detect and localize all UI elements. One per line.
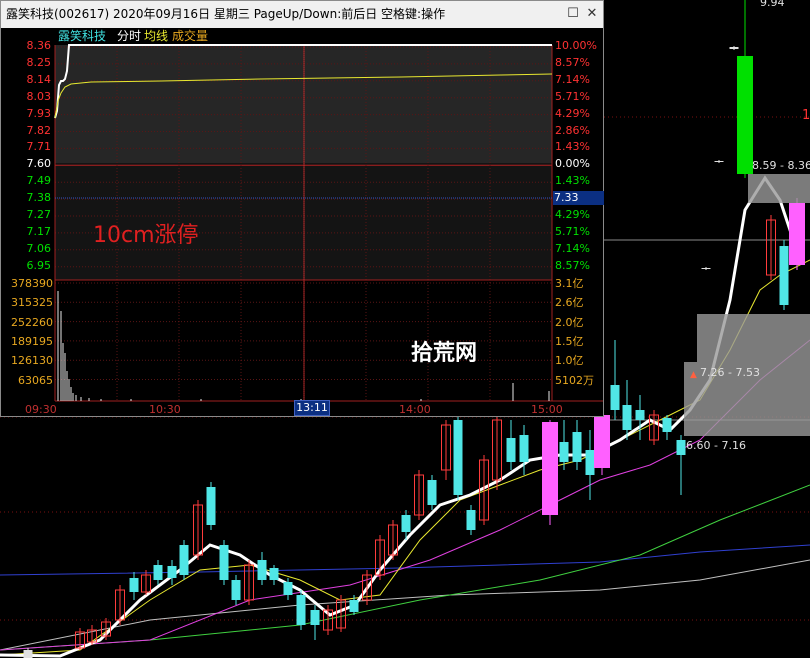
candle-body bbox=[129, 578, 139, 592]
candle-body bbox=[789, 203, 805, 265]
candle-body bbox=[257, 560, 267, 580]
candle-body bbox=[466, 510, 476, 530]
candle-body bbox=[729, 47, 739, 49]
price-label-left: 7.17 bbox=[26, 224, 52, 238]
price-label-left: 8.25 bbox=[26, 55, 52, 69]
candle-body bbox=[506, 438, 516, 462]
volume-label-right: 2.6亿 bbox=[555, 296, 584, 310]
price-label-right: 5.71% bbox=[555, 89, 590, 103]
range-label-2: 7.26 - 7.53 bbox=[700, 366, 760, 379]
price-label-left: 8.14 bbox=[26, 72, 52, 86]
candle-body bbox=[572, 432, 582, 462]
candle-body bbox=[779, 246, 789, 305]
time-label: 09:30 bbox=[25, 403, 57, 416]
price-label-right: 7.14% bbox=[555, 241, 590, 255]
volume-label-left: 378390 bbox=[11, 277, 53, 290]
candle-body bbox=[310, 610, 320, 625]
volume-label-right: 2.0亿 bbox=[555, 315, 584, 329]
price-label-left: 7.38 bbox=[26, 191, 52, 205]
price-label-left: 7.71 bbox=[26, 140, 52, 154]
limit-up-annotation: 10cm涨停 bbox=[93, 223, 199, 248]
price-label-right: 4.29% bbox=[555, 106, 590, 120]
candle-body bbox=[153, 565, 163, 580]
price-label-right: 10.00% bbox=[555, 39, 597, 52]
candle-body bbox=[23, 650, 33, 658]
high-price-label: 9.94 bbox=[760, 0, 785, 9]
cursor-price-label: 7.33 bbox=[553, 191, 604, 205]
candle-body bbox=[519, 435, 529, 462]
price-label-right: 8.57% bbox=[555, 258, 590, 272]
volume-label-right: 1.5亿 bbox=[555, 334, 584, 348]
candle-body bbox=[453, 420, 463, 495]
volume-label-left: 63065 bbox=[18, 373, 53, 387]
intraday-window[interactable]: 露笑科技(002617) 2020年09月16日 星期三 PageUp/Down… bbox=[0, 0, 604, 417]
range-marker-icon: ▲ bbox=[690, 370, 697, 380]
price-label-right: 2.86% bbox=[555, 123, 590, 137]
price-label-left: 8.36 bbox=[26, 39, 52, 52]
time-label: 14:00 bbox=[399, 403, 431, 416]
price-label-left: 6.95 bbox=[26, 258, 52, 272]
price-label-right: 0.00% bbox=[555, 157, 590, 171]
price-label-left: 7.49 bbox=[26, 174, 52, 188]
price-label-left: 8.03 bbox=[26, 89, 52, 103]
price-label-left: 7.06 bbox=[26, 241, 52, 255]
volume-label-left: 126130 bbox=[11, 354, 53, 368]
price-label-right: 5.71% bbox=[555, 224, 590, 238]
candle-body bbox=[219, 545, 229, 580]
price-label-right: 7.14% bbox=[555, 72, 590, 86]
volume-label-left: 252260 bbox=[11, 315, 53, 329]
price-label-left: 7.93 bbox=[26, 106, 52, 120]
candle-body bbox=[167, 566, 177, 578]
candle-body bbox=[610, 385, 620, 410]
volume-label-right: 3.1亿 bbox=[555, 277, 584, 290]
edge-mark: 1 bbox=[802, 108, 810, 123]
volume-label-left: 189195 bbox=[11, 334, 53, 348]
intraday-chart bbox=[54, 44, 603, 402]
candle-body bbox=[594, 415, 610, 468]
time-label: 10:30 bbox=[149, 403, 181, 416]
price-label-left: 7.60 bbox=[26, 157, 52, 171]
candle-body bbox=[701, 268, 711, 269]
candle-body bbox=[179, 545, 189, 575]
candle-body bbox=[349, 600, 359, 612]
volume-label-right: 1.0亿 bbox=[555, 354, 584, 368]
volume-label-right: 5102万 bbox=[555, 373, 594, 387]
candle-body bbox=[622, 405, 632, 430]
candle-body bbox=[542, 422, 558, 515]
candle-body bbox=[231, 580, 241, 600]
candle-body bbox=[401, 515, 411, 532]
candle-body bbox=[296, 595, 306, 625]
candle-body bbox=[206, 487, 216, 525]
time-label: 15:00 bbox=[531, 403, 563, 416]
range-label-3: 6.60 - 7.16 bbox=[686, 439, 746, 452]
price-label-right: 4.29% bbox=[555, 208, 590, 221]
candle-body bbox=[559, 442, 569, 462]
price-label-left: 7.82 bbox=[26, 123, 52, 137]
range-box bbox=[748, 174, 810, 203]
price-label-right: 1.43% bbox=[555, 174, 590, 188]
price-label-left: 7.27 bbox=[26, 208, 52, 221]
range-label-1: 8.59 - 8.36 bbox=[752, 159, 810, 172]
candle-body bbox=[269, 568, 279, 580]
price-label-right: 1.43% bbox=[555, 140, 590, 154]
candle-body bbox=[427, 480, 437, 505]
watermark: 拾荒网 bbox=[411, 341, 478, 366]
candle-body bbox=[662, 418, 672, 432]
volume-label-left: 315325 bbox=[11, 296, 53, 310]
candle-body bbox=[714, 161, 724, 162]
candle-body bbox=[737, 56, 753, 174]
candle-body bbox=[676, 440, 686, 455]
candle-body bbox=[283, 582, 293, 595]
range-box bbox=[697, 314, 810, 362]
candle-body bbox=[635, 410, 645, 420]
price-label-right: 8.57% bbox=[555, 55, 590, 69]
candle-body bbox=[585, 450, 595, 475]
cursor-time-label: 13:11 bbox=[294, 400, 330, 416]
